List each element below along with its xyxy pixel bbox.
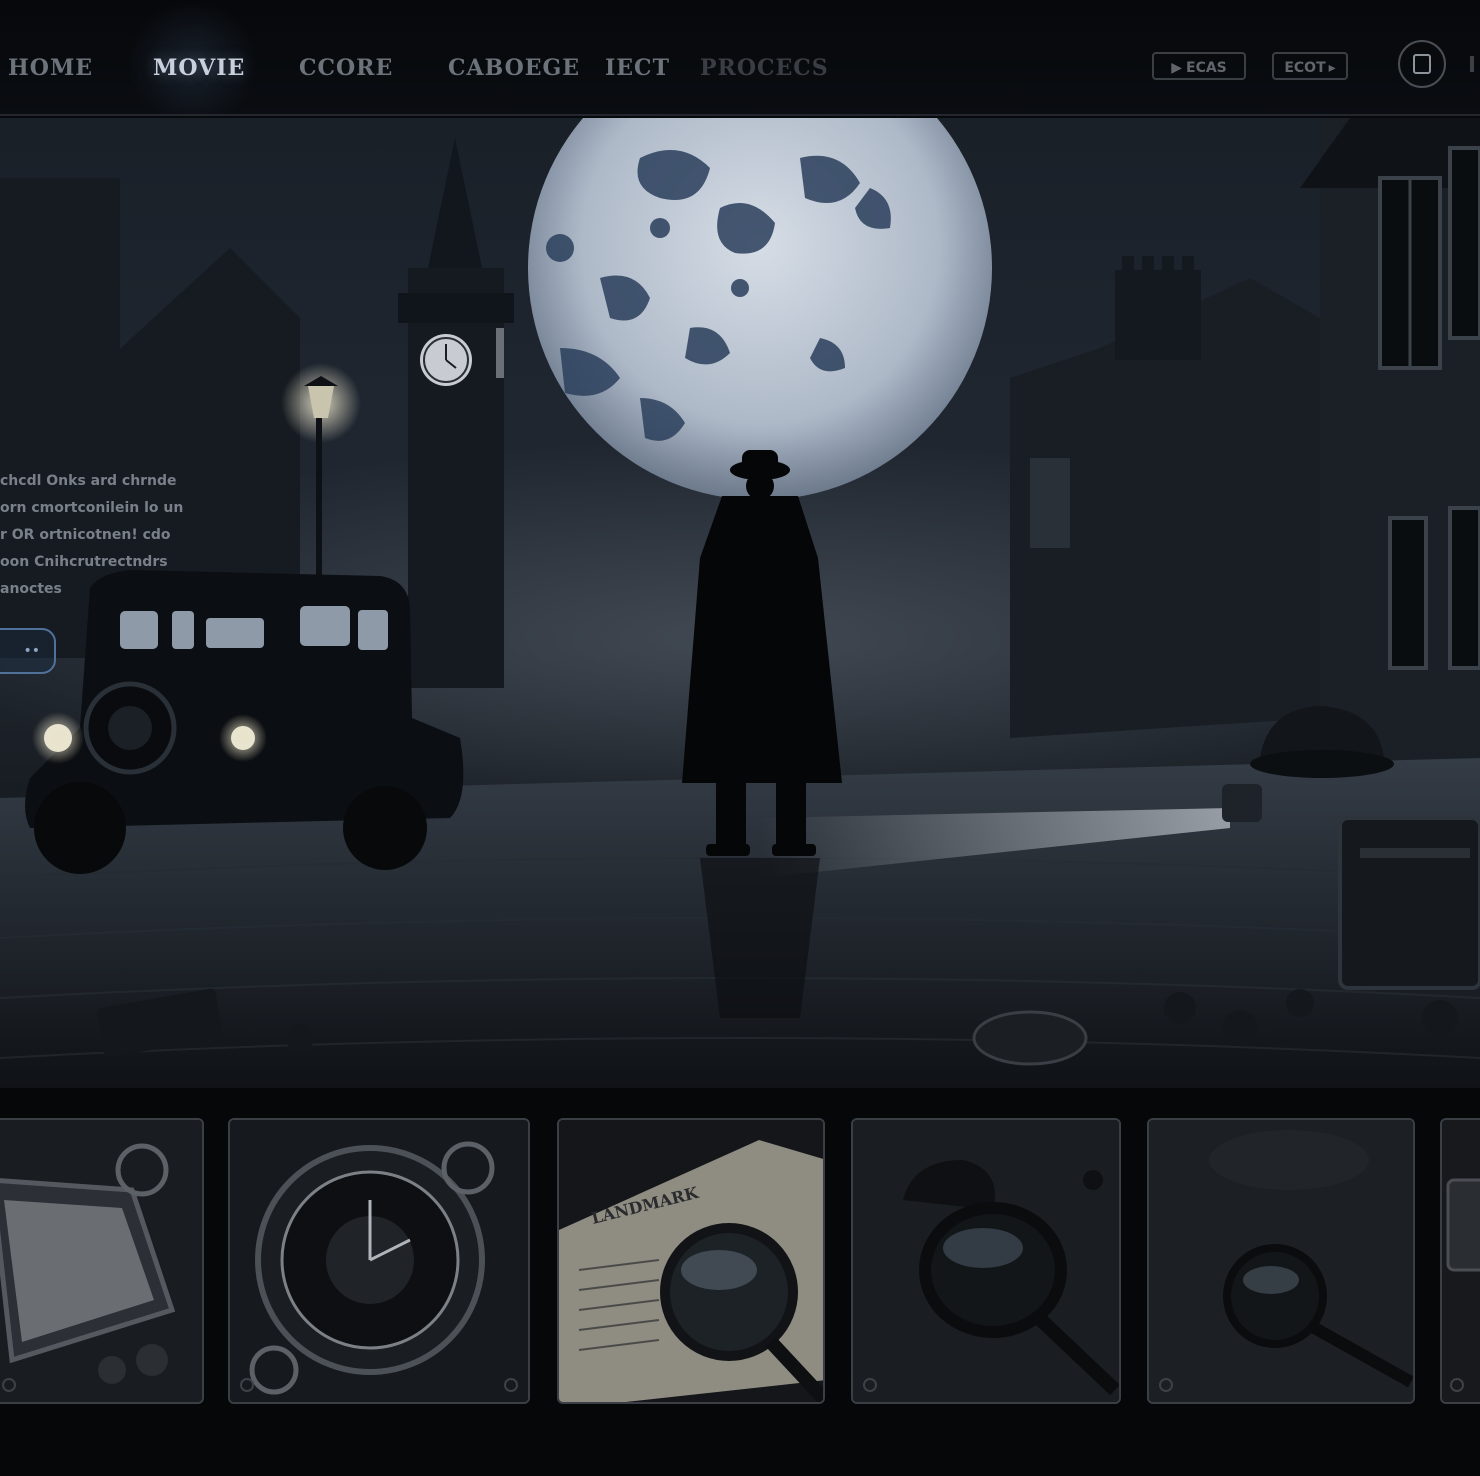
nav-edge-marker bbox=[1470, 56, 1474, 72]
clock-tower bbox=[398, 138, 514, 688]
framed-map-thumbnail bbox=[0, 1120, 202, 1402]
hero-description-line: orn cmortconilein lo un bbox=[0, 500, 184, 516]
thumbnail-strip: LANDMARK bbox=[0, 1088, 1480, 1476]
carousel-dot bbox=[863, 1378, 877, 1392]
account-square-icon bbox=[1413, 54, 1431, 74]
hero-description-line: chcdl Onks ard chrnde bbox=[0, 473, 177, 489]
thumbnail-card[interactable] bbox=[1147, 1118, 1415, 1404]
hero-description: chcdl Onks ard chrnde orn cmortconilein … bbox=[0, 468, 200, 603]
nav-item-procecs[interactable]: PROCECS bbox=[700, 48, 829, 88]
hero-description-line: oon Cnihcrutrectndrs bbox=[0, 554, 168, 570]
partial-thumbnail bbox=[1442, 1120, 1480, 1402]
carousel-dot bbox=[2, 1378, 16, 1392]
chest bbox=[1338, 816, 1480, 990]
thumbnail-card[interactable] bbox=[851, 1118, 1121, 1404]
thumbnail-card[interactable]: LANDMARK bbox=[557, 1118, 825, 1404]
magnifier-hat-thumbnail bbox=[853, 1120, 1119, 1402]
carousel-dot bbox=[1450, 1378, 1464, 1392]
newspaper-magnifier-thumbnail: LANDMARK bbox=[559, 1120, 823, 1402]
nav-chip-bookmark[interactable]: ECOT ▸ bbox=[1272, 52, 1348, 80]
hero-cta-button[interactable]: •• bbox=[0, 628, 56, 674]
nav-item-ccore[interactable]: CCORE bbox=[299, 48, 393, 88]
page: HOME MOVIE CCORE CABOEGE IECT PROCECS ▶ E… bbox=[0, 0, 1480, 1476]
carousel-dot bbox=[240, 1378, 254, 1392]
nav-chip-bookmark-label: ECOT bbox=[1284, 60, 1326, 76]
nav-item-caboege[interactable]: CABOEGE bbox=[448, 48, 580, 88]
pocket-watch-thumbnail bbox=[230, 1120, 528, 1402]
nav-chip-play[interactable]: ▶ ECAS bbox=[1152, 52, 1246, 80]
nav-item-home[interactable]: HOME bbox=[8, 48, 93, 88]
thumbnail-card[interactable] bbox=[228, 1118, 530, 1404]
nav-chip-play-label: ECAS bbox=[1186, 60, 1227, 76]
hero-description-line: r OR ortnicotnen! cdo bbox=[0, 527, 171, 543]
detective-reflection bbox=[700, 858, 820, 1018]
bookmark-icon: ▸ bbox=[1328, 60, 1336, 76]
magnifier-thumbnail bbox=[1149, 1120, 1413, 1402]
hero-description-line: anoctes bbox=[0, 581, 62, 597]
thumbnail-card[interactable] bbox=[0, 1118, 204, 1404]
nav-item-iect[interactable]: IECT bbox=[605, 48, 670, 88]
profile-button[interactable] bbox=[1398, 40, 1446, 88]
play-circle-icon: ▶ bbox=[1171, 60, 1182, 76]
nav-item-movie[interactable]: MOVIE bbox=[153, 48, 245, 88]
carousel-dot bbox=[1159, 1378, 1173, 1392]
hero-banner: chcdl Onks ard chrnde orn cmortconilein … bbox=[0, 118, 1480, 1088]
carousel-dot bbox=[504, 1378, 518, 1392]
top-navigation-bar: HOME MOVIE CCORE CABOEGE IECT PROCECS ▶ E… bbox=[0, 0, 1480, 116]
thumbnail-card[interactable] bbox=[1440, 1118, 1480, 1404]
detective-night-scene bbox=[0, 118, 1480, 1088]
